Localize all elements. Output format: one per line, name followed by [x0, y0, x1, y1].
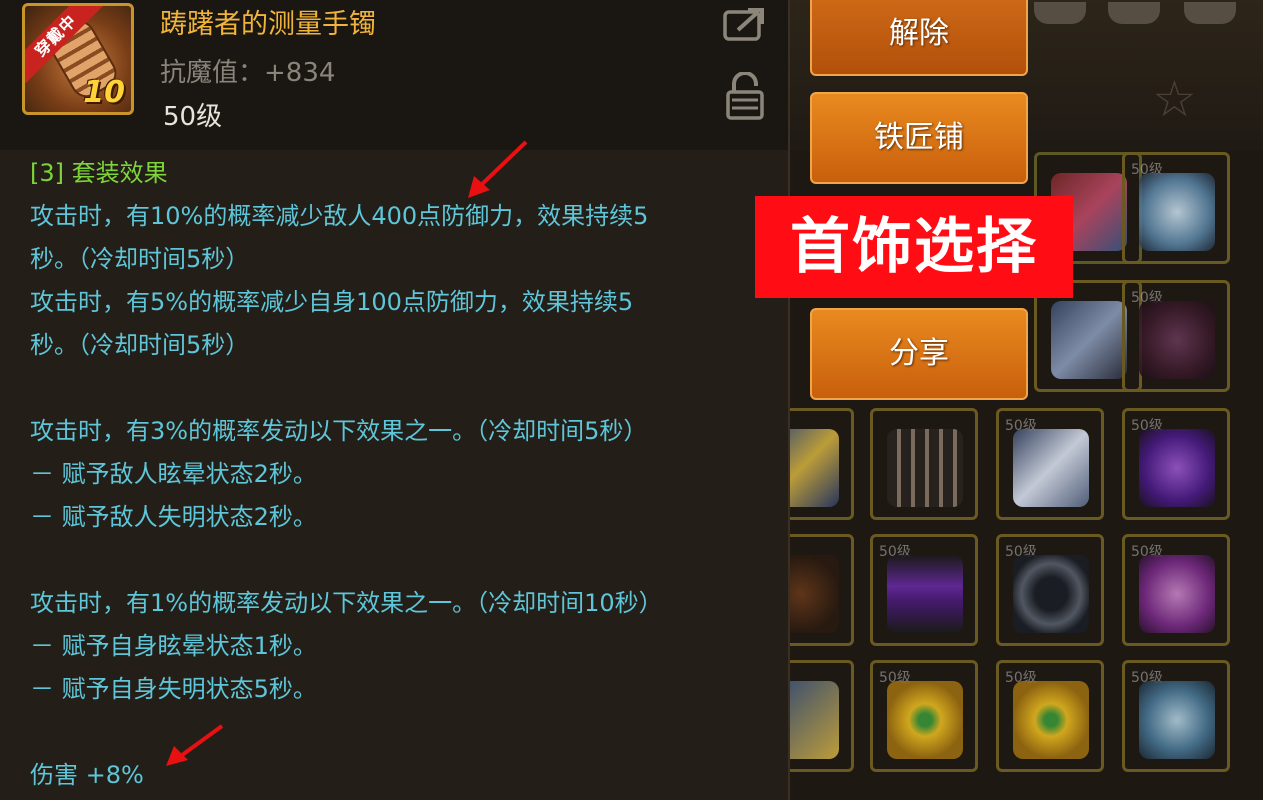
effect-line: 秒。（冷却时间5秒） — [30, 331, 250, 359]
effect-spacer — [30, 367, 770, 410]
item-level: 50级 — [163, 102, 223, 132]
effect-spacer — [30, 539, 770, 582]
inventory-slot[interactable]: 50级 — [1122, 408, 1230, 520]
item-stat: 抗魔值：+834 — [160, 58, 336, 88]
item-name: 踌躇者的测量手镯 — [160, 9, 376, 40]
inventory-slot[interactable]: 50级 — [870, 660, 978, 772]
inventory-slot[interactable]: 50级 — [1122, 534, 1230, 646]
effect-line: 攻击时，有10%的概率减少敌人400点防御力，效果持续5 — [30, 202, 649, 230]
accessory-select-label: 首饰选择 — [755, 196, 1073, 298]
helmet-tab-icon[interactable] — [1034, 2, 1086, 24]
effect-line: － 赋予自身眩晕状态1秒。 — [30, 632, 317, 660]
inventory-slot[interactable]: 50级 — [996, 660, 1104, 772]
item-tooltip: 穿戴中 10 踌躇者的测量手镯 抗魔值：+834 50级 [3] 套装效果 攻击… — [0, 0, 790, 800]
lock-icon[interactable] — [726, 72, 764, 120]
inventory-slot[interactable]: 50级 — [1122, 280, 1230, 392]
remove-button[interactable]: 解除 — [810, 0, 1028, 76]
effect-line: － 赋予敌人失明状态2秒。 — [30, 503, 317, 531]
inventory-slot[interactable] — [790, 534, 854, 646]
effect-line: 秒。（冷却时间5秒） — [30, 245, 250, 273]
inventory-slot[interactable] — [870, 408, 978, 520]
effect-line: 攻击时，有3%的概率发动以下效果之一。（冷却时间5秒） — [30, 417, 648, 445]
damage-bonus: 伤害 +8% — [30, 761, 144, 789]
inventory-slot[interactable]: 50级 — [996, 534, 1104, 646]
share-button[interactable]: 分享 — [810, 308, 1028, 400]
effect-line: － 赋予敌人眩晕状态2秒。 — [30, 460, 317, 488]
set-effect-title: [3] 套装效果 — [30, 159, 168, 187]
effect-line: － 赋予自身失明状态5秒。 — [30, 675, 317, 703]
share-icon[interactable] — [722, 6, 766, 42]
arrow-annotation-icon — [468, 140, 528, 198]
inventory-slot[interactable] — [790, 660, 854, 772]
set-effect-text: [3] 套装效果 攻击时，有10%的概率减少敌人400点防御力，效果持续5 秒。… — [30, 152, 770, 711]
inventory-slot[interactable] — [790, 408, 854, 520]
inventory-slot[interactable]: 50级 — [870, 534, 978, 646]
inventory-slot[interactable]: 50级 — [1122, 152, 1230, 264]
inventory-slot[interactable]: 50级 — [996, 408, 1104, 520]
inventory-slot[interactable]: 50级 — [1122, 660, 1230, 772]
effect-line: 攻击时，有5%的概率减少自身100点防御力，效果持续5 — [30, 288, 634, 316]
armor-tab-icon[interactable] — [1108, 2, 1160, 24]
effect-line: 攻击时，有1%的概率发动以下效果之一。（冷却时间10秒） — [30, 589, 663, 617]
star-icon[interactable]: ☆ — [1152, 70, 1197, 128]
accessory-tab-icon[interactable] — [1184, 2, 1236, 24]
blacksmith-button[interactable]: 铁匠铺 — [810, 92, 1028, 184]
upgrade-level-badge: 10 — [83, 75, 125, 110]
item-icon[interactable]: 穿戴中 10 — [22, 3, 134, 115]
arrow-annotation-icon — [166, 724, 224, 766]
